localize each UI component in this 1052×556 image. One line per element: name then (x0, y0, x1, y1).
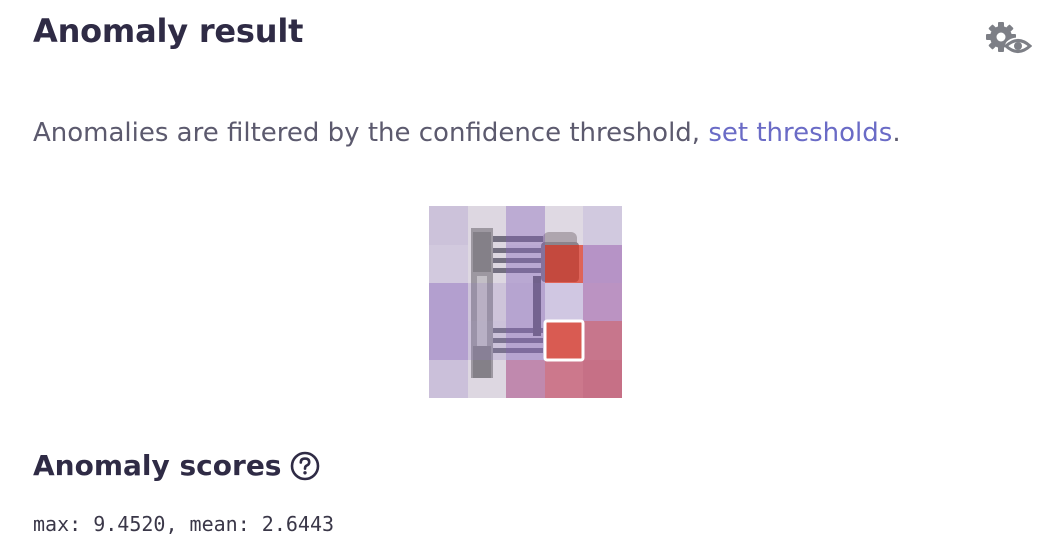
settings-button[interactable] (982, 18, 1032, 60)
anomaly-scores-title: Anomaly scores (33, 449, 320, 482)
gear-eye-icon (982, 18, 1032, 60)
description-suffix: . (892, 118, 901, 148)
set-thresholds-link[interactable]: set thresholds (708, 118, 892, 148)
page-title: Anomaly result (33, 12, 304, 50)
anomaly-heatmap-image (429, 206, 622, 398)
threshold-description: Anomalies are filtered by the confidence… (33, 118, 901, 148)
question-circle-icon[interactable] (290, 451, 320, 481)
description-text: Anomalies are filtered by the confidence… (33, 118, 709, 148)
anomaly-scores-values: max: 9.4520, mean: 2.6443 (33, 512, 335, 536)
heat-overlay (429, 206, 622, 398)
anomaly-scores-label: Anomaly scores (33, 449, 282, 482)
